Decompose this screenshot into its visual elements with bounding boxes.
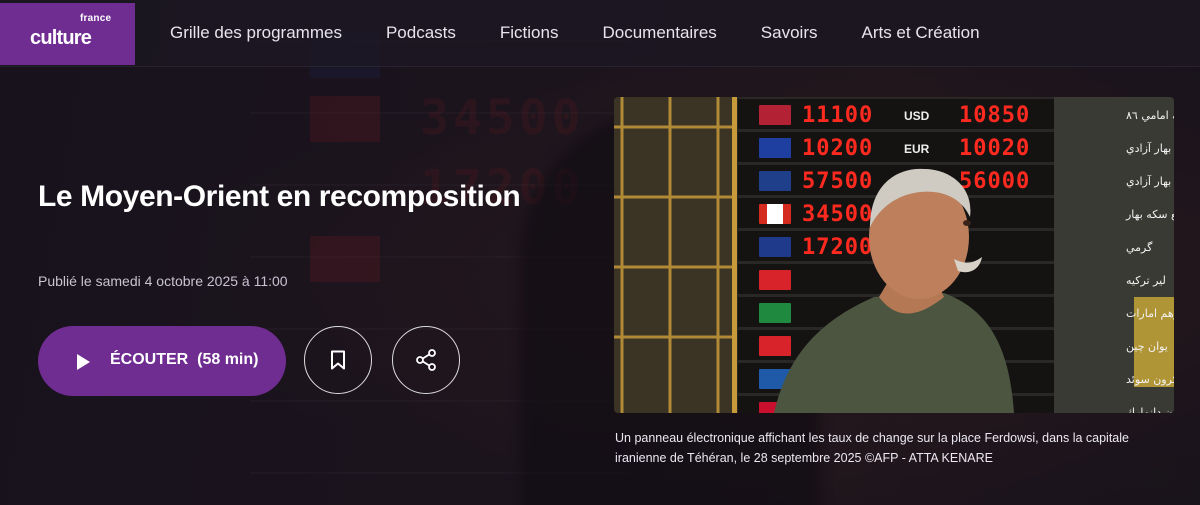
logo-big-text: culture [30,27,92,49]
episode-title: Le Moyen-Orient en recomposition [38,180,521,213]
gold-coin-label: درهم امارات [1126,307,1174,320]
sell-rate: 10020 [959,136,1030,161]
gold-coin-label: كرون دانمارك [1126,406,1174,413]
gold-coin-label: يوان چين [1126,340,1168,353]
sell-rate: 10850 [959,103,1030,128]
bookmark-button[interactable] [304,326,372,394]
listen-label: ÉCOUTER [110,351,189,368]
gold-coin-label: كرون سوئد [1126,373,1174,386]
flag-au [759,237,791,257]
france-culture-logo[interactable]: france culture [0,3,135,65]
sell-rate: 56000 [959,169,1030,194]
listen-button-label: ÉCOUTER (58 min) [110,351,258,369]
nav-link-arts[interactable]: Arts et Création [861,23,979,43]
gold-coin-label: سكه امامي ٨٦ [1126,109,1174,122]
gold-coin-label: ربع سكه بهار [1125,208,1174,221]
gold-coin-label: بهار آزادي [1126,141,1171,155]
buy-rate: 11100 [802,103,873,128]
flag-us [759,105,791,125]
share-icon [416,349,436,371]
nav-link-documentaires[interactable]: Documentaires [602,23,716,43]
nav-link-savoirs[interactable]: Savoirs [761,23,818,43]
episode-duration: (58 min) [197,351,259,368]
buy-rate: 17200 [802,235,873,260]
logo-small-text: france [80,13,112,24]
gold-coin-label: لير تركيه [1126,274,1166,287]
photo-caption: Un panneau électronique affichant les ta… [615,431,1129,465]
play-icon [77,354,90,370]
flag-cn [759,336,791,356]
buy-rate: 34500 [802,202,873,227]
currency-code: EUR [904,142,930,156]
exchange-board-illustration: 11100 USD 10850 سكه امامي ٨٦ 10200 EUR 10020 به… [614,97,1174,413]
buy-rate: 10200 [802,136,873,161]
bookmark-icon [331,350,345,370]
flag-tr [759,270,791,290]
publication-date: Publié le samedi 4 octobre 2025 à 11:00 [38,273,288,289]
nav-link-fictions[interactable]: Fictions [500,23,559,43]
nav-links: Grille des programmes Podcasts Fictions … [170,0,1024,66]
gold-coin-label: نيم بهار آزادي [1126,174,1174,188]
buy-rate: 57500 [802,169,873,194]
flag-gb [759,171,791,191]
currency-code: USD [904,109,930,123]
flag-eu [759,138,791,158]
nav-link-grille[interactable]: Grille des programmes [170,23,342,43]
top-navigation: france culture Grille des programmes Pod… [0,0,1200,67]
listen-button[interactable]: ÉCOUTER (58 min) [38,326,286,396]
episode-photo: 11100 USD 10850 سكه امامي ٨٦ 10200 EUR 10020 به… [614,97,1174,413]
flag-ae [759,303,791,323]
nav-link-podcasts[interactable]: Podcasts [386,23,456,43]
gold-coin-label: گرمي [1126,241,1153,254]
share-button[interactable] [392,326,460,394]
flag-ca-center [767,204,783,224]
